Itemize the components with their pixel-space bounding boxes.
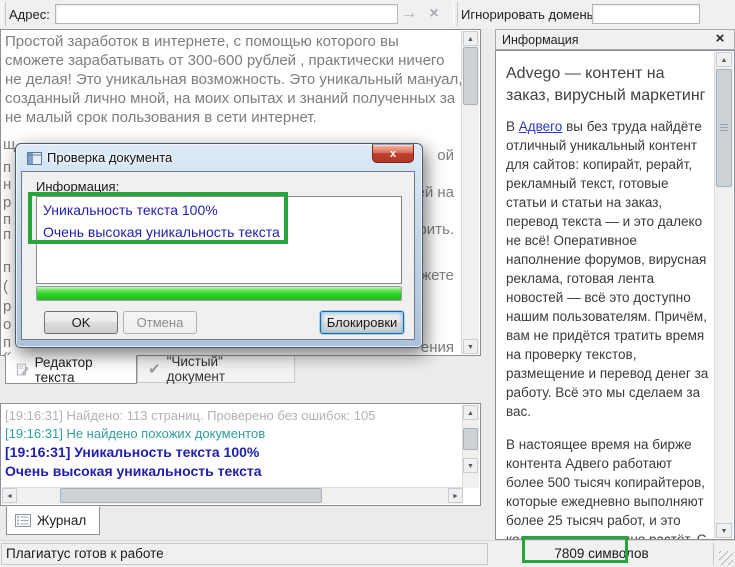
journal-icon	[15, 514, 31, 527]
tab-clean-document-label: "Чистый" документ	[167, 354, 284, 384]
advego-paragraph-2: В настоящее время на бирже контента Адве…	[506, 435, 710, 540]
info-panel-title: Информация	[502, 33, 579, 47]
editor-text-line: сможете зарабатывать от 300-600 рублей ,…	[5, 52, 444, 69]
scroll-down-icon[interactable]: ▼	[716, 523, 732, 538]
scroll-up-icon[interactable]: ▲	[463, 31, 478, 46]
editor-text-fragment: р	[3, 298, 11, 315]
log-entry: [19:16:31] Найдено: 113 страниц. Провере…	[5, 408, 375, 423]
status-divider	[713, 543, 714, 565]
scroll-right-icon[interactable]: ►	[448, 488, 463, 503]
paragraph-text: В	[506, 119, 519, 134]
status-ready-text: Плагиатус готов к работе	[1, 543, 488, 565]
scroll-left-icon[interactable]: ◄	[2, 488, 17, 503]
editor-vertical-scrollbar[interactable]: ▲ ▼	[461, 31, 479, 354]
editor-text-fragment: р	[3, 194, 11, 211]
go-button[interactable]: →	[398, 3, 420, 25]
dialog-window-icon	[27, 152, 42, 165]
tab-text-editor-label: Редактор текста	[35, 355, 126, 385]
editor-tab-bar: Редактор текста ✔ "Чистый" документ	[0, 356, 481, 387]
toolbar-grip	[453, 2, 458, 26]
tab-journal-label: Журнал	[37, 513, 86, 528]
progress-fill	[37, 287, 401, 300]
toolbar-grip	[1, 2, 6, 26]
tab-clean-document[interactable]: ✔ "Чистый" документ	[137, 356, 295, 383]
editor-text-line: не делая! Это уникальная возможность. Эт…	[5, 71, 462, 88]
editor-text-fragment: щ	[3, 136, 15, 153]
editor-text-fragment: н	[3, 176, 11, 193]
close-icon[interactable]: ×	[712, 31, 728, 47]
scroll-down-icon[interactable]: ▼	[463, 458, 478, 473]
dialog-title: Проверка документа	[47, 150, 172, 165]
tab-text-editor[interactable]: Редактор текста	[5, 355, 137, 384]
scrollbar-thumb[interactable]	[60, 488, 322, 503]
dialog-close-button[interactable]: x	[372, 144, 414, 163]
log-horizontal-scrollbar[interactable]: ◄ ►	[2, 487, 463, 504]
close-x-icon: ×	[429, 5, 438, 22]
sidebar-scrollbar[interactable]: ▲ ▼	[714, 52, 733, 538]
editor-text-fragment: о	[3, 316, 11, 333]
arrow-right-icon: →	[401, 5, 417, 22]
editor-text-fragment: ения	[421, 339, 454, 356]
log-panel[interactable]: [19:16:31] Найдено: 113 страниц. Провере…	[0, 403, 481, 506]
editor-text-fragment: п	[3, 259, 11, 276]
scroll-up-icon[interactable]: ▲	[716, 52, 732, 67]
cancel-button[interactable]: Отмена	[123, 311, 197, 334]
ignore-domains-label: Игнорировать домены:	[461, 7, 600, 22]
resize-grip[interactable]	[719, 551, 733, 565]
paragraph-text: В настоящее время на бирже контента Адве…	[506, 437, 706, 540]
tab-journal[interactable]: Журнал	[6, 506, 100, 535]
editor-text-fragment: п	[3, 226, 11, 243]
log-entry: [19:16:31] Уникальность текста 100%	[5, 444, 259, 460]
annotation-rect-char-count	[522, 536, 628, 563]
close-icon: x	[390, 148, 396, 160]
editor-text-fragment: (	[3, 278, 8, 295]
editor-text-fragment: п	[3, 159, 11, 176]
annotation-rect-uniqueness	[28, 192, 288, 244]
info-panel-body: Advego — контент на заказ, вирусный марк…	[495, 50, 735, 540]
advego-paragraph-1: В Адвего вы без труда найдёте отличный у…	[506, 117, 710, 421]
address-label: Адрес:	[9, 7, 50, 22]
ok-button[interactable]: OK	[44, 311, 118, 334]
advego-link[interactable]: Адвего	[519, 119, 563, 134]
scrollbar-thumb[interactable]	[463, 47, 478, 105]
editor-text-line: не малый срок пользования в сети интерне…	[5, 109, 317, 126]
editor-text-line: созданный лично мной, на моих опытах и з…	[5, 90, 455, 107]
clear-address-button[interactable]: ×	[423, 3, 445, 25]
log-entry: [19:16:31] Не найдено похожих документов	[5, 426, 265, 441]
check-icon: ✔	[148, 362, 161, 377]
log-vertical-scrollbar[interactable]: ▲ ▼	[462, 405, 479, 488]
scroll-up-icon[interactable]: ▲	[463, 405, 478, 420]
ignore-domains-input[interactable]	[592, 4, 700, 24]
scroll-down-icon[interactable]: ▼	[463, 339, 478, 354]
editor-text-line: Простой заработок в интернете, с помощью…	[5, 33, 399, 50]
scrollbar-thumb[interactable]	[463, 428, 478, 450]
paragraph-text: вы без труда найдёте отличный уникальный…	[506, 119, 708, 419]
address-input[interactable]	[55, 4, 398, 24]
blocks-button[interactable]: Блокировки	[320, 311, 404, 334]
scrollbar-thumb[interactable]	[716, 69, 732, 187]
editor-text-fragment: ой	[437, 147, 454, 164]
advego-heading: Advego — контент на заказ, вирусный марк…	[506, 63, 710, 107]
check-document-dialog: Проверка документа x Информация: Уникаль…	[15, 143, 423, 348]
check-progress-bar	[36, 286, 402, 301]
info-panel-header: Информация ×	[495, 29, 735, 50]
document-edit-icon	[16, 362, 29, 377]
top-toolbar: Адрес: → × Игнорировать домены:	[0, 0, 735, 29]
log-entry: Очень высокая уникальность текста	[5, 463, 262, 479]
